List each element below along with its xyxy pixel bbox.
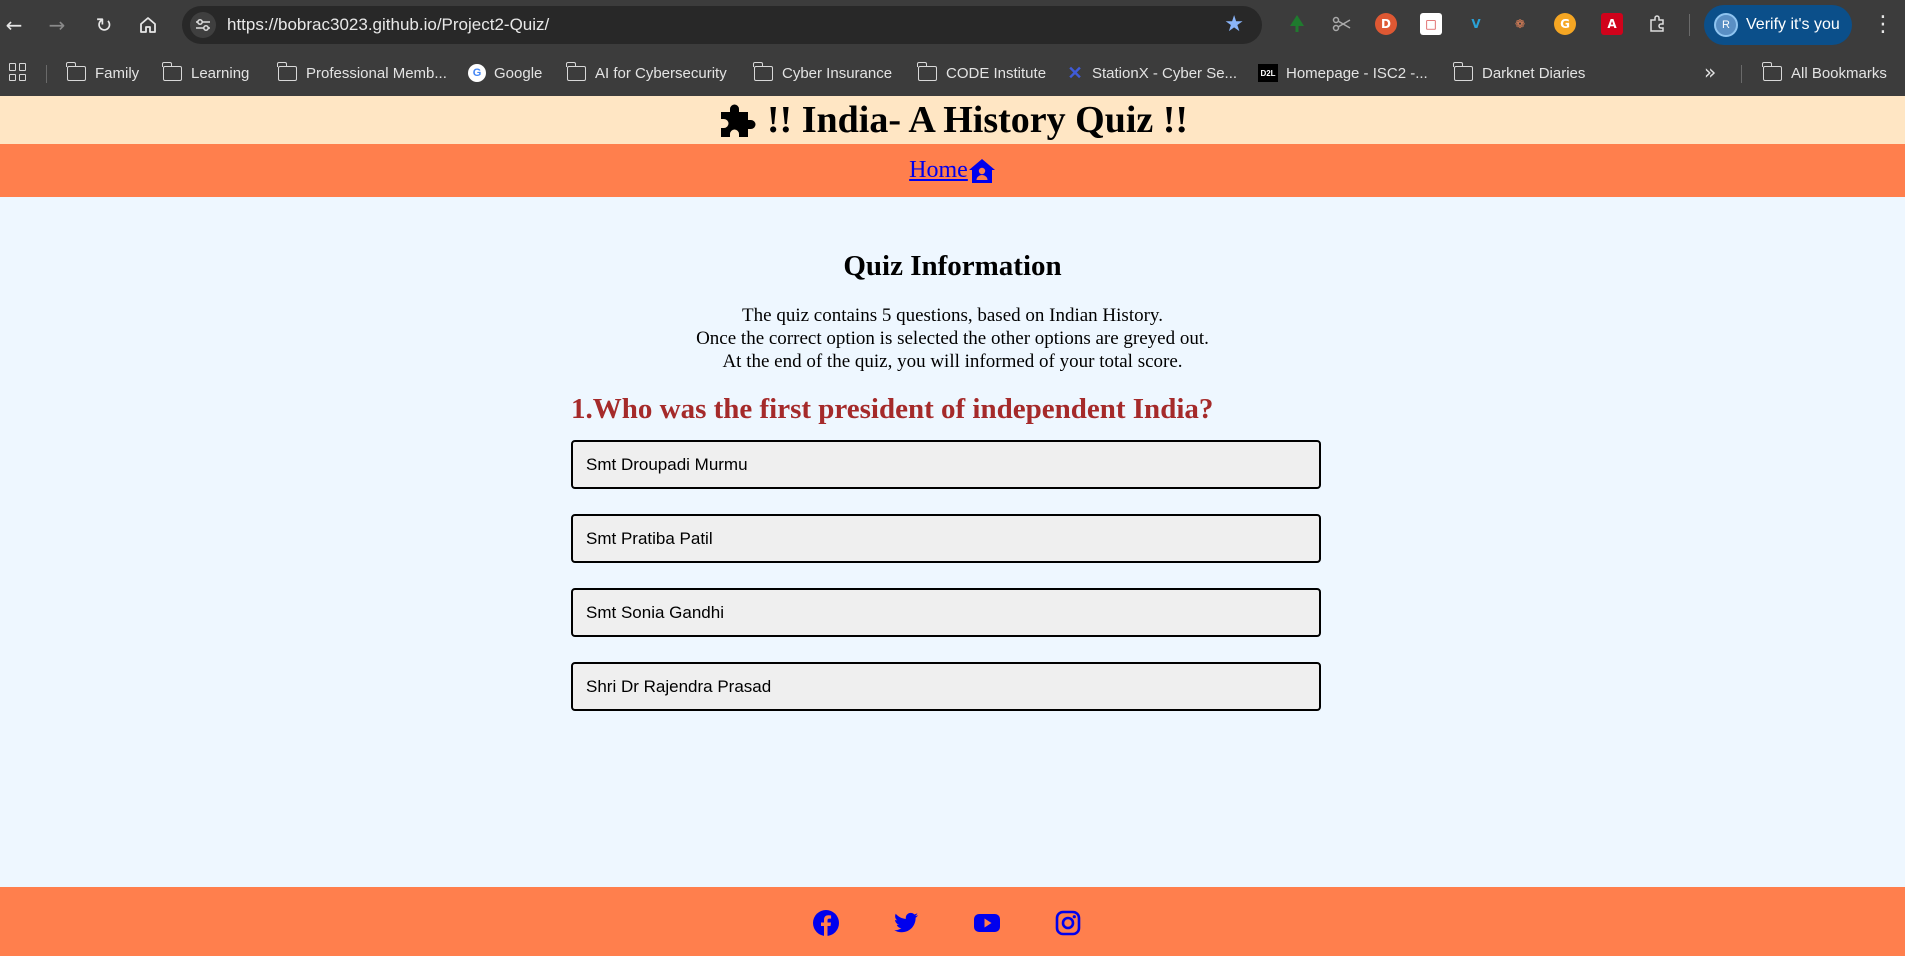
bookmark-isc2[interactable]: D2L Homepage - ISC2 -... <box>1258 61 1428 85</box>
bookmark-label: Darknet Diaries <box>1482 64 1586 82</box>
instagram-icon[interactable] <box>1054 909 1082 937</box>
bookmark-learning[interactable]: Learning <box>162 61 250 85</box>
quiz-info-line-3: At the end of the quiz, you will informe… <box>722 351 1183 372</box>
site-footer <box>0 887 1905 956</box>
bookmark-label: Homepage - ISC2 -... <box>1286 64 1428 82</box>
bookmark-cyber-insurance[interactable]: Cyber Insurance <box>753 61 893 85</box>
avatar: R <box>1714 13 1738 37</box>
bookmark-label: AI for Cybersecurity <box>595 64 727 82</box>
bookmark-professional[interactable]: Professional Memb... <box>277 61 447 85</box>
bookmark-darknet-diaries[interactable]: Darknet Diaries <box>1453 61 1586 85</box>
all-bookmarks[interactable]: All Bookmarks <box>1762 61 1887 85</box>
answer-option-1[interactable]: Smt Droupadi Murmu <box>571 440 1321 489</box>
question-text: 1.Who was the first president of indepen… <box>571 393 1214 425</box>
back-arrow-icon[interactable]: ← <box>1 12 27 38</box>
folder-icon <box>1453 61 1473 81</box>
site-header: !! India- A History Quiz !! <box>0 96 1905 144</box>
puzzle-piece-icon <box>720 104 756 137</box>
extension-cookie-icon[interactable]: ❁ <box>1509 13 1531 35</box>
answer-option-3[interactable]: Smt Sonia Gandhi <box>571 588 1321 637</box>
quiz-info-line-1: The quiz contains 5 questions, based on … <box>742 305 1163 326</box>
main-content: Quiz Information The quiz contains 5 que… <box>0 197 1905 887</box>
bookmark-label: Family <box>95 64 140 82</box>
house-user-icon <box>968 158 995 183</box>
bookmark-google[interactable]: G Google <box>468 61 542 85</box>
bookmark-family[interactable]: Family <box>66 61 140 85</box>
d2l-icon: D2L <box>1258 64 1278 82</box>
extension-v-icon[interactable]: V <box>1465 13 1487 35</box>
apps-grid-icon[interactable] <box>9 63 27 81</box>
extension-tree-icon[interactable] <box>1286 13 1308 35</box>
site-info-icon[interactable] <box>190 12 216 38</box>
youtube-icon[interactable] <box>973 909 1001 937</box>
folder-icon <box>1762 61 1782 81</box>
bookmarks-bar: Family Learning Professional Memb... G Go… <box>0 50 1905 96</box>
stationx-icon: ✕ <box>1067 62 1083 83</box>
folder-icon <box>753 61 773 81</box>
folder-icon <box>917 61 937 81</box>
bookmark-label: Learning <box>191 64 250 82</box>
browser-toolbar: ← → ↻ https://bobrac3023.github.io/Proje… <box>0 0 1905 50</box>
main-nav: Home <box>0 144 1905 197</box>
bookmark-label: Cyber Insurance <box>782 64 893 82</box>
folder-icon <box>566 61 586 81</box>
extension-g-icon[interactable]: G <box>1554 13 1576 35</box>
bookmark-stationx[interactable]: ✕ StationX - Cyber Se... <box>1066 61 1237 85</box>
url-text[interactable]: https://bobrac3023.github.io/Project2-Qu… <box>227 15 549 35</box>
address-bar[interactable]: https://bobrac3023.github.io/Project2-Qu… <box>182 6 1262 44</box>
extension-scissors-icon[interactable] <box>1331 13 1353 35</box>
reload-icon[interactable]: ↻ <box>91 12 117 38</box>
folder-icon <box>277 61 297 81</box>
extension-duckduckgo-icon[interactable]: D <box>1375 13 1397 35</box>
answer-option-4[interactable]: Shri Dr Rajendra Prasad <box>571 662 1321 711</box>
profile-button[interactable]: R Verify it's you <box>1704 5 1852 45</box>
bookmark-star-icon[interactable]: ★ <box>1224 12 1244 37</box>
extensions-puzzle-icon[interactable] <box>1646 13 1668 35</box>
quiz-info-heading: Quiz Information <box>843 250 1062 282</box>
bookmark-code-institute[interactable]: CODE Institute <box>917 61 1047 85</box>
home-icon[interactable] <box>135 12 161 38</box>
folder-icon <box>162 61 182 81</box>
browser-menu-icon[interactable]: ⋮ <box>1872 12 1894 37</box>
bookmark-label: CODE Institute <box>946 64 1047 82</box>
twitter-icon[interactable] <box>892 909 920 937</box>
bookmark-ai-cybersecurity[interactable]: AI for Cybersecurity <box>566 61 727 85</box>
home-link[interactable]: Home <box>909 157 996 184</box>
forward-arrow-icon[interactable]: → <box>44 12 70 38</box>
toolbar-divider <box>1689 14 1690 36</box>
extension-pocket-icon[interactable]: □ <box>1420 13 1442 35</box>
bookmarks-divider <box>1741 65 1742 83</box>
all-bookmarks-label: All Bookmarks <box>1791 64 1887 82</box>
bookmark-label: StationX - Cyber Se... <box>1092 64 1238 82</box>
extension-pdf-icon[interactable]: A <box>1601 13 1623 35</box>
bookmarks-divider <box>46 65 47 83</box>
bookmark-label: Professional Memb... <box>306 64 447 82</box>
google-icon: G <box>468 64 486 82</box>
bookmark-label: Google <box>494 64 543 82</box>
answer-option-2[interactable]: Smt Pratiba Patil <box>571 514 1321 563</box>
site-title-text: !! India- A History Quiz !! <box>766 99 1189 141</box>
page-title: !! India- A History Quiz !! <box>717 98 1188 142</box>
facebook-icon[interactable] <box>812 909 840 937</box>
profile-label: Verify it's you <box>1746 16 1840 33</box>
folder-icon <box>66 61 86 81</box>
quiz-info-line-2: Once the correct option is selected the … <box>696 328 1209 349</box>
home-link-label: Home <box>909 157 968 183</box>
more-bookmarks-icon[interactable]: » <box>1704 60 1716 84</box>
